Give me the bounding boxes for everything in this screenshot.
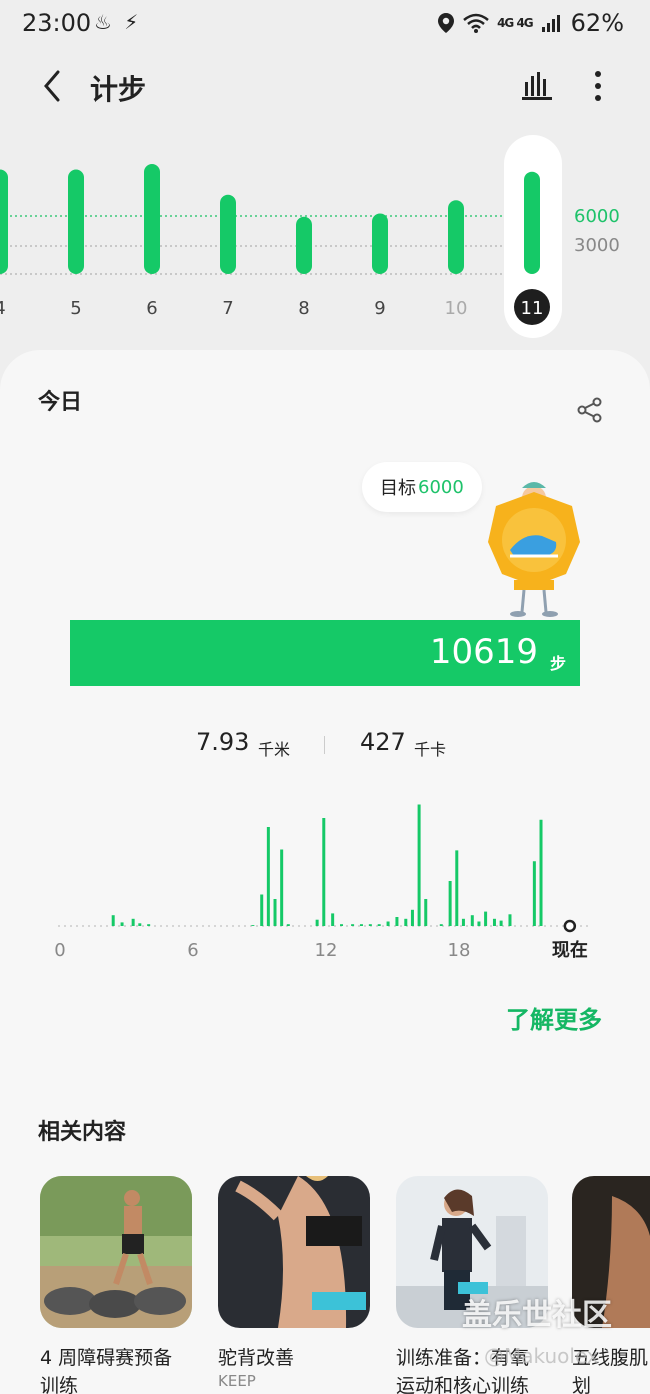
app-notification-icon: ♨ — [94, 10, 112, 34]
back-button[interactable] — [34, 66, 74, 106]
distance-unit: 千米 — [258, 740, 291, 759]
today-card: 今日 目标 6000 10619 步 7.93 千米 427 千卡 0 6 12… — [0, 350, 650, 1394]
hourly-tick-label: 现在 — [552, 939, 588, 961]
hourly-tick-label: 0 — [54, 940, 65, 961]
more-options-icon[interactable] — [584, 66, 612, 106]
today-stats: 7.93 千米 427 千卡 — [0, 728, 650, 764]
week-day-label-10[interactable]: 10 — [445, 298, 468, 319]
hourly-tick-label: 18 — [448, 940, 471, 961]
status-right: 4G 4G 62% — [437, 9, 624, 37]
related-content-title: 相关内容 — [38, 1120, 127, 1145]
week-bar-day-11[interactable] — [524, 171, 540, 274]
related-item-2-title[interactable]: 驼背改善 — [218, 1344, 294, 1372]
notification-icons: ♨ ⚡ — [94, 10, 138, 34]
week-bar-day-9[interactable] — [372, 213, 388, 275]
related-item-2-source: KEEP — [218, 1372, 256, 1390]
week-bar-day-8[interactable] — [296, 216, 312, 274]
status-time: 23:00 — [22, 9, 92, 37]
now-marker — [563, 919, 577, 933]
step-progress-bar: 10619 步 — [70, 620, 580, 686]
week-bar-day-6[interactable] — [144, 164, 160, 274]
week-day-label-6[interactable]: 6 — [146, 298, 157, 319]
related-item-3-title-line2: 运动和核心训练 — [396, 1375, 530, 1394]
step-count: 10619 — [429, 632, 538, 672]
week-bar-day-5[interactable] — [68, 169, 84, 275]
week-bar-day-10[interactable] — [448, 200, 464, 274]
related-item-1-thumbnail[interactable] — [40, 1176, 192, 1328]
goal-axis-label: 6000 — [574, 206, 620, 227]
calories-value: 427 — [360, 728, 406, 756]
week-day-label-11[interactable]: 11 — [521, 298, 544, 319]
mascot-illustration — [488, 482, 580, 617]
week-day-label-7[interactable]: 7 — [222, 298, 233, 319]
week-bar-day-4[interactable] — [0, 169, 8, 275]
related-item-1-title-line2: 训练 — [40, 1375, 79, 1394]
related-item-2-thumbnail[interactable] — [218, 1176, 370, 1328]
app-header: 计步 — [0, 56, 650, 116]
mid-axis-label: 3000 — [574, 235, 620, 256]
related-item-1-title-line1: 4 周障碍赛预备 — [40, 1347, 173, 1369]
goal-bubble: 目标 6000 — [362, 462, 482, 512]
learn-more-link[interactable]: 了解更多 — [506, 1000, 602, 1035]
share-icon[interactable] — [576, 396, 604, 424]
wifi-icon — [463, 13, 489, 33]
related-item-1-title[interactable]: 4 周障碍赛预备 训练 — [40, 1344, 172, 1394]
hourly-steps-chart[interactable]: 0 6 12 18 现在 — [40, 790, 620, 970]
location-icon — [438, 13, 455, 33]
distance-value: 7.93 — [196, 728, 250, 756]
stats-divider — [324, 736, 325, 754]
today-label: 今日 — [38, 390, 83, 415]
obstacle-training-image — [40, 1176, 192, 1328]
battery-level: 62% — [570, 9, 624, 37]
author-watermark: @Makuolex — [484, 1344, 599, 1368]
back-posture-image — [218, 1176, 370, 1328]
community-watermark: 盖乐世社区 — [462, 1298, 612, 1333]
hourly-tick-label: 6 — [187, 940, 198, 961]
calories-unit: 千卡 — [414, 740, 447, 759]
hourly-tick-label: 12 — [315, 940, 338, 961]
goal-value: 6000 — [418, 476, 464, 498]
status-bar: 23:00 ♨ ⚡ 4G 4G 62% — [0, 0, 650, 48]
week-day-label-5[interactable]: 5 — [70, 298, 81, 319]
statistics-chart-icon[interactable] — [520, 68, 554, 102]
weekly-steps-chart[interactable]: 6000 3000 4 5 6 7 8 9 10 11 — [0, 130, 650, 345]
step-unit: 步 — [549, 654, 566, 673]
network-label: 4G 4G — [497, 16, 534, 30]
week-bar-day-7[interactable] — [220, 194, 236, 274]
page-title: 计步 — [90, 73, 147, 106]
week-day-label-4[interactable]: 4 — [0, 298, 6, 319]
week-day-label-8[interactable]: 8 — [298, 298, 309, 319]
alipay-icon: ⚡ — [124, 10, 139, 34]
signal-icon — [541, 15, 560, 32]
week-day-label-9[interactable]: 9 — [374, 298, 385, 319]
related-item-4-title-line2: 划 — [572, 1375, 592, 1394]
goal-prefix: 目标 — [380, 478, 416, 499]
